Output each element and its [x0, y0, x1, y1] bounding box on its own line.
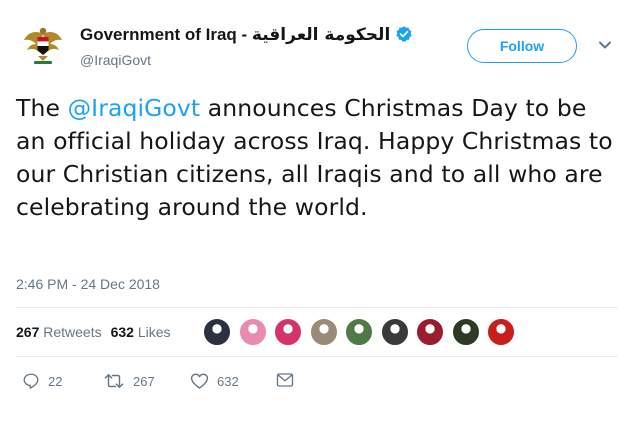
tweet-card: Government of Iraq - الحكومة العراقية @I…	[0, 0, 634, 426]
retweet-button[interactable]: 267	[103, 372, 155, 390]
tweet-mention-link[interactable]: @IraqiGovt	[68, 94, 201, 122]
direct-message-button[interactable]	[276, 372, 294, 388]
envelope-icon	[276, 373, 294, 387]
account-handle[interactable]: @IraqiGovt	[80, 52, 151, 68]
liker-avatar[interactable]	[415, 317, 445, 347]
verified-badge-icon	[396, 26, 413, 42]
liker-avatar[interactable]	[237, 317, 268, 347]
likes-stat[interactable]: 632 Likes	[111, 324, 171, 340]
account-avatar[interactable]	[18, 20, 68, 70]
liker-avatar[interactable]	[344, 317, 374, 347]
account-name-english: Government of Iraq -	[80, 25, 252, 44]
liker-avatar[interactable]	[202, 317, 232, 347]
liker-avatar[interactable]	[486, 317, 516, 347]
liker-avatar[interactable]	[308, 317, 339, 347]
retweet-count: 267	[133, 373, 155, 389]
heart-icon	[190, 373, 209, 389]
account-name-arabic: الحكومة العراقية	[251, 25, 391, 45]
retweets-label: Retweets	[43, 324, 102, 340]
liker-avatars	[202, 317, 522, 347]
follow-button[interactable]: Follow	[467, 29, 577, 63]
chevron-down-icon[interactable]	[598, 40, 612, 50]
reply-icon	[23, 373, 39, 389]
retweets-count: 267	[16, 324, 40, 340]
liker-avatar[interactable]	[273, 317, 303, 347]
engagement-stats: 267 Retweets 632 Likes	[16, 324, 171, 340]
retweets-stat[interactable]: 267 Retweets	[16, 324, 102, 340]
liker-avatar[interactable]	[450, 317, 481, 347]
tweet-text: The @IraqiGovt announces Christmas Day t…	[16, 92, 616, 224]
like-count: 632	[217, 373, 239, 389]
account-display-name[interactable]: Government of Iraq - الحكومة العراقية	[80, 25, 413, 45]
like-button[interactable]: 632	[190, 372, 239, 390]
eagle-emblem-icon	[18, 20, 68, 70]
liker-avatar[interactable]	[379, 317, 410, 347]
reply-count: 22	[48, 373, 63, 389]
tweet-timestamp[interactable]: 2:46 PM - 24 Dec 2018	[16, 276, 160, 292]
reply-button[interactable]: 22	[22, 372, 62, 390]
likes-count: 632	[110, 324, 134, 340]
retweet-icon	[104, 374, 124, 388]
tweet-text-start: The	[16, 94, 68, 122]
divider	[16, 356, 618, 357]
likes-label: Likes	[137, 324, 171, 340]
divider	[16, 307, 618, 308]
